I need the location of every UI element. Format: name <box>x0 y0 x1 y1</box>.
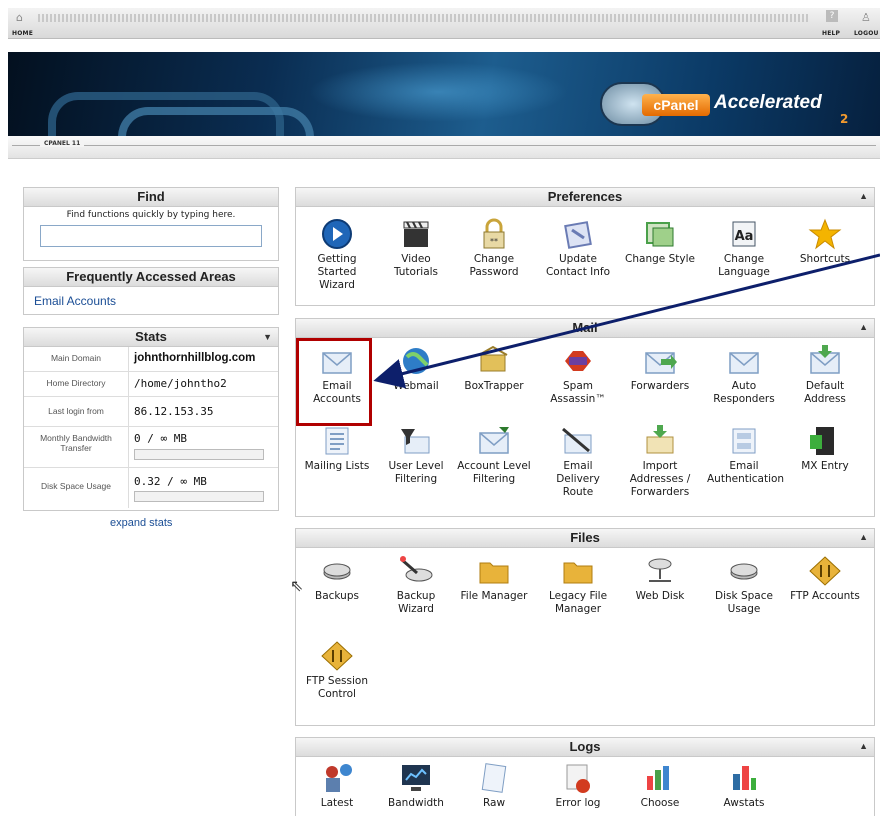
mouse-cursor-icon: ⇖ <box>290 576 304 595</box>
annotation-arrow <box>373 253 880 389</box>
